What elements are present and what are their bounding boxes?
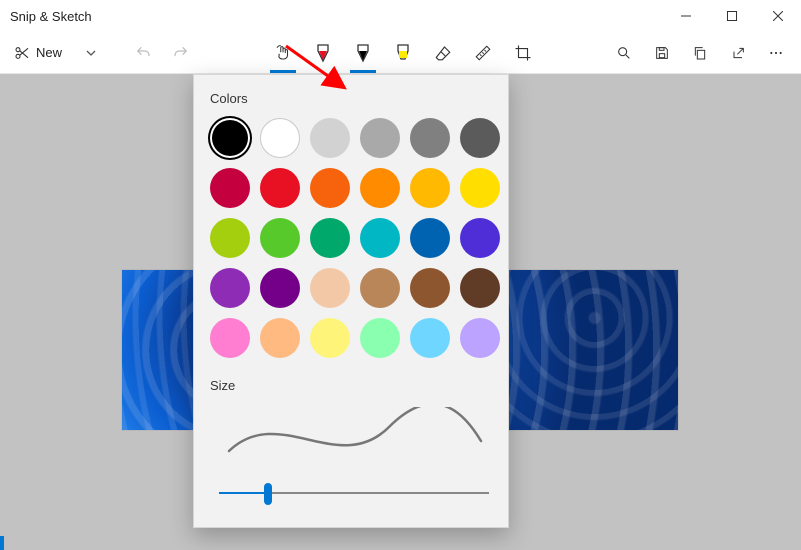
color-swatch[interactable] <box>210 268 250 308</box>
toolbar: New <box>0 32 801 74</box>
chevron-down-icon <box>85 47 97 59</box>
eraser-icon <box>434 44 452 62</box>
color-swatch[interactable] <box>260 168 300 208</box>
color-swatch[interactable] <box>410 318 450 358</box>
save-button[interactable] <box>645 36 679 70</box>
pencil-tool[interactable] <box>346 33 380 73</box>
color-swatch[interactable] <box>310 318 350 358</box>
highlighter-yellow-icon <box>395 43 411 63</box>
share-icon <box>730 45 746 61</box>
color-swatch[interactable] <box>260 318 300 358</box>
save-icon <box>654 45 670 61</box>
color-swatch[interactable] <box>310 218 350 258</box>
color-swatch[interactable] <box>360 168 400 208</box>
pencil-black-icon <box>355 43 371 63</box>
color-swatch[interactable] <box>360 318 400 358</box>
brush-preview-stroke-icon <box>219 407 489 463</box>
color-swatch[interactable] <box>360 118 400 158</box>
canvas-area: Colors Size <box>0 74 801 550</box>
color-swatch[interactable] <box>410 118 450 158</box>
ruler-tool[interactable] <box>466 33 500 73</box>
redo-icon <box>173 45 189 61</box>
color-swatch[interactable] <box>410 268 450 308</box>
color-swatch[interactable] <box>460 118 500 158</box>
new-label: New <box>36 45 62 60</box>
color-swatch[interactable] <box>210 218 250 258</box>
selection-edge <box>0 536 4 550</box>
color-swatch[interactable] <box>360 268 400 308</box>
more-button[interactable] <box>759 36 793 70</box>
titlebar: Snip & Sketch <box>0 0 801 32</box>
window-maximize-button[interactable] <box>709 0 755 32</box>
undo-icon <box>135 45 151 61</box>
size-heading: Size <box>210 378 498 393</box>
eraser-tool[interactable] <box>426 33 460 73</box>
copy-icon <box>692 45 708 61</box>
touch-writing-tool[interactable] <box>266 33 300 73</box>
color-swatch[interactable] <box>310 118 350 158</box>
size-slider[interactable] <box>219 483 489 503</box>
zoom-icon <box>616 45 632 61</box>
scissors-icon <box>14 45 30 61</box>
color-swatch[interactable] <box>410 218 450 258</box>
colors-heading: Colors <box>210 91 498 106</box>
window-close-button[interactable] <box>755 0 801 32</box>
ruler-icon <box>474 44 492 62</box>
new-dropdown-button[interactable] <box>74 36 108 70</box>
color-swatch[interactable] <box>260 118 300 158</box>
color-swatch[interactable] <box>460 268 500 308</box>
new-snip-button[interactable]: New <box>8 36 70 70</box>
copy-button[interactable] <box>683 36 717 70</box>
color-swatch[interactable] <box>210 168 250 208</box>
color-swatch[interactable] <box>410 168 450 208</box>
redo-button[interactable] <box>164 36 198 70</box>
color-swatch[interactable] <box>210 118 250 158</box>
color-swatch[interactable] <box>360 218 400 258</box>
color-swatch[interactable] <box>260 218 300 258</box>
highlighter-tool[interactable] <box>386 33 420 73</box>
color-swatch[interactable] <box>460 318 500 358</box>
ballpoint-pen-tool[interactable] <box>306 33 340 73</box>
undo-button[interactable] <box>126 36 160 70</box>
color-swatch[interactable] <box>460 218 500 258</box>
more-icon <box>768 45 784 61</box>
window-title: Snip & Sketch <box>10 9 92 24</box>
pen-red-icon <box>315 43 331 63</box>
window-minimize-button[interactable] <box>663 0 709 32</box>
pen-options-popover: Colors Size <box>193 74 509 528</box>
size-preview <box>210 405 498 465</box>
color-swatch[interactable] <box>310 268 350 308</box>
color-swatch[interactable] <box>260 268 300 308</box>
color-swatch[interactable] <box>460 168 500 208</box>
crop-tool[interactable] <box>506 33 540 73</box>
color-swatch-grid <box>210 118 498 358</box>
share-button[interactable] <box>721 36 755 70</box>
hand-touch-icon <box>274 44 292 62</box>
zoom-button[interactable] <box>607 36 641 70</box>
window-controls <box>663 0 801 32</box>
color-swatch[interactable] <box>210 318 250 358</box>
color-swatch[interactable] <box>310 168 350 208</box>
crop-icon <box>514 44 532 62</box>
